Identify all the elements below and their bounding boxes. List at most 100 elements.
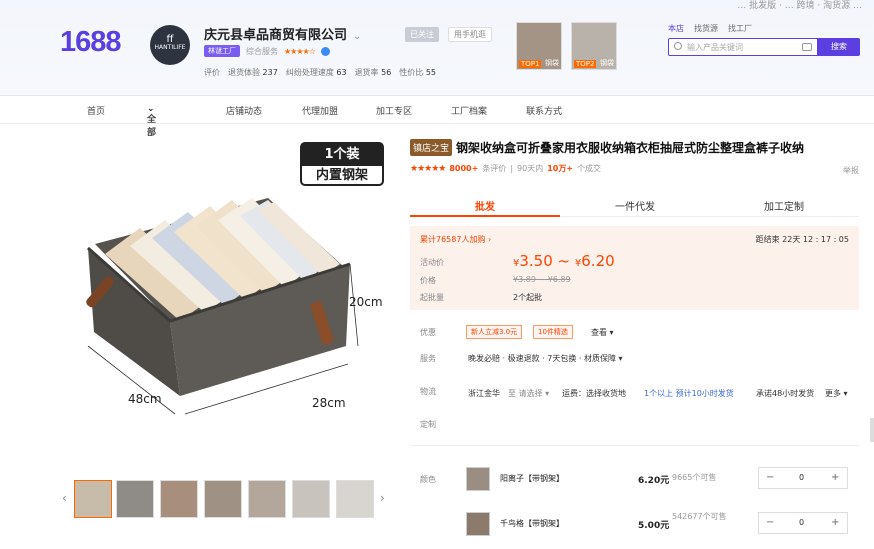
shop-header: … 批发版 · … 跨境 · 淘货源 … 1688 ff HANTILIFE 庆…	[0, 0, 874, 96]
verified-icon	[320, 46, 330, 56]
coupon-badge[interactable]: 新人立减3.0元	[466, 325, 523, 339]
dimension-width: 48cm	[128, 392, 162, 406]
shop-nav: 首页 全部商品 ⌄ 店铺动态 代理加盟 加工专区 工厂档案 联系方式	[0, 96, 874, 164]
thumbnail[interactable]	[336, 480, 374, 518]
avatar-text: HANTILIFE	[154, 44, 186, 51]
service-label: 服务	[420, 354, 436, 363]
tab-dropship[interactable]: 一件代发	[560, 198, 710, 213]
site-logo[interactable]: 1688	[60, 26, 122, 59]
product-title: 钢架收纳盒可折叠家用衣服收纳箱衣柜抽屉式防尘整理盒裤子收纳	[456, 141, 805, 155]
nav-all-products[interactable]: 全部商品 ⌄	[147, 104, 156, 164]
rating-label: 综合服务	[246, 46, 278, 56]
thumbnail[interactable]	[116, 480, 154, 518]
tab-wholesale[interactable]: 批发	[410, 198, 560, 213]
rating-stars: ★★★★★	[410, 163, 446, 174]
thumbnail[interactable]	[74, 480, 112, 518]
quantity-stepper: − 0 +	[758, 467, 848, 489]
thumbnail[interactable]	[160, 480, 198, 518]
coupon-label: 优惠	[420, 328, 436, 337]
sold-prefix: 90天内	[517, 164, 544, 173]
sku-name: 千鸟格【带钢架】	[500, 519, 564, 528]
divider	[410, 445, 859, 446]
top-rank-sub: 钢袋	[600, 59, 614, 67]
sku-price: 6.20元	[638, 476, 670, 486]
sold-suffix: 个成交	[577, 164, 602, 173]
logistics-promise: 承诺48小时发货	[756, 389, 815, 398]
activity-price-label: 活动价	[420, 258, 444, 267]
logistics-eta[interactable]: 1个以上 预计10小时发货	[644, 388, 734, 399]
product-badge: 1个装 内置钢架	[300, 142, 384, 186]
plus-button[interactable]: +	[831, 517, 839, 528]
nav-updates[interactable]: 店铺动态	[226, 104, 262, 117]
minus-button[interactable]: −	[766, 472, 774, 483]
rating-row: ★★★★★ 8000+ 条评价 | 90天内 10万+ 个成交	[410, 163, 601, 174]
avatar-mark: ff	[166, 34, 174, 45]
sku-row: 阳离子【带钢架】 6.20元 9665个可售 − 0 +	[466, 465, 858, 503]
logistics-more[interactable]: 更多 ▾	[825, 388, 848, 399]
score-item: 纠纷处理速度 63	[285, 68, 347, 77]
top-links[interactable]: … 批发版 · … 跨境 · 淘货源 …	[737, 0, 862, 11]
nav-home[interactable]: 首页	[87, 104, 105, 117]
moq-value: 2个起批	[513, 293, 543, 302]
sku-image[interactable]	[466, 467, 490, 491]
product-title-row: 镇店之宝 钢架收纳盒可折叠家用衣服收纳箱衣柜抽屉式防尘整理盒裤子收纳	[410, 139, 804, 156]
color-label: 颜色	[420, 475, 436, 484]
score-item: 退货体验 237	[228, 68, 278, 77]
report-link[interactable]: 举报	[843, 165, 859, 176]
plus-button[interactable]: +	[831, 472, 839, 483]
moq-label: 起批量	[420, 293, 444, 302]
reviews-count[interactable]: 8000+	[449, 164, 478, 173]
title-tag: 镇店之宝	[410, 139, 453, 156]
camera-icon[interactable]	[802, 43, 812, 51]
sku-stock: 542677个可售	[672, 512, 727, 521]
thumbnail[interactable]	[204, 480, 242, 518]
search-icon	[674, 42, 682, 50]
shop-badges: 林谜工厂 综合服务 ★★★★☆	[204, 45, 330, 57]
search-placeholder: 输入产品关键词	[687, 43, 743, 52]
quantity-input[interactable]: 0	[799, 473, 804, 482]
top-rank-sub: 钢袋	[545, 59, 559, 67]
follow-button[interactable]: 已关注	[405, 27, 439, 42]
coupon-more[interactable]: 查看 ▾	[591, 327, 614, 338]
search-tab-source[interactable]: 找货源	[694, 23, 718, 34]
top-rank-label: TOP2	[574, 60, 597, 68]
logistics-destination[interactable]: 至 请选择 ▾	[508, 388, 549, 399]
minus-button[interactable]: −	[766, 517, 774, 528]
promo-text[interactable]: 累计76587人加购 ›	[420, 234, 491, 245]
coupon-badge[interactable]: 10件精选	[533, 325, 573, 339]
mobile-button[interactable]: 用手机逛	[448, 27, 492, 42]
shop-name[interactable]: 庆元县卓品商贸有限公司 ⌄	[204, 24, 361, 43]
custom-label: 定制	[420, 420, 436, 429]
top-rank-label: TOP1	[519, 60, 542, 68]
shop-avatar[interactable]: ff HANTILIFE	[150, 25, 190, 65]
sku-image[interactable]	[466, 512, 490, 536]
search-input[interactable]: 输入产品关键词	[668, 38, 818, 56]
service-value[interactable]: 晚发必赔 · 极速退款 · 7天包换 · 材质保障 ▾	[468, 353, 623, 364]
search-tab-factory[interactable]: 找工厂	[728, 23, 752, 34]
top-product-thumb[interactable]: TOP1 钢袋	[516, 22, 562, 70]
shop-name-text: 庆元县卓品商贸有限公司	[204, 28, 348, 43]
thumbnail[interactable]	[292, 480, 330, 518]
chevron-right-icon[interactable]: ›	[380, 491, 385, 505]
score-item: 评价	[204, 68, 220, 77]
quantity-input[interactable]: 0	[799, 518, 804, 527]
shop-stars: ★★★★☆	[284, 46, 316, 56]
nav-processing[interactable]: 加工专区	[376, 104, 412, 117]
nav-factory-profile[interactable]: 工厂档案	[451, 104, 487, 117]
tab-custom[interactable]: 加工定制	[709, 198, 859, 213]
side-toolbar-tab[interactable]	[870, 418, 874, 442]
nav-contact[interactable]: 联系方式	[526, 104, 562, 117]
thumbnail[interactable]	[248, 480, 286, 518]
thumbnail-strip: ‹ ›	[60, 478, 390, 522]
search-tab-shop[interactable]: 本店	[668, 23, 684, 34]
top-product-thumb[interactable]: TOP2 钢袋	[571, 22, 617, 70]
chevron-left-icon[interactable]: ‹	[62, 491, 67, 505]
logistics-from: 浙江金华	[468, 389, 500, 398]
sku-name: 阳离子【带钢架】	[500, 474, 564, 483]
search-button[interactable]: 搜索	[818, 38, 860, 56]
reviews-label: 条评价	[482, 164, 507, 173]
divider: |	[510, 164, 514, 173]
shop-tag: 林谜工厂	[204, 45, 240, 57]
nav-agency[interactable]: 代理加盟	[302, 104, 338, 117]
dimension-height: 20cm	[349, 295, 383, 309]
